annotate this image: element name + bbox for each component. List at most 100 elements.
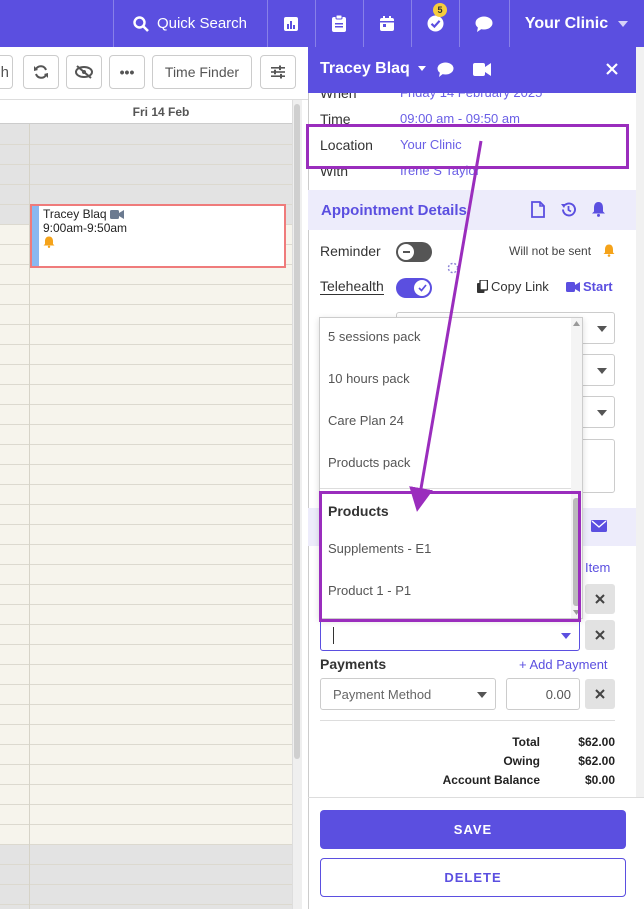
time-slot-line [0,424,292,425]
bell-icon[interactable] [591,201,606,217]
close-icon [595,630,605,640]
time-slot-line [0,364,292,365]
quick-search-label: Quick Search [156,15,248,32]
envelope-icon[interactable] [591,520,607,532]
appointment-title: Tracey Blaq [43,207,124,221]
search-appointments-button[interactable]: h [0,55,13,89]
time-slot-line [0,804,292,805]
reminder-toggle[interactable] [396,242,432,262]
dropdown-option[interactable]: Care Plan 24 [328,413,404,428]
time-finder-button[interactable]: Time Finder [152,55,252,89]
hide-cancelled-button[interactable] [66,55,102,89]
clipboard-icon [332,15,346,32]
quick-search-button[interactable]: Quick Search [113,0,267,47]
calendar-toolbar: h ••• Time Finder [0,47,308,100]
account-balance-label: Account Balance [442,773,540,787]
video-camera-icon [109,209,124,219]
save-button[interactable]: SAVE [320,810,626,849]
remove-item-button[interactable] [585,584,615,614]
toggle-knob [414,280,430,296]
close-icon [595,594,605,604]
dropdown-option[interactable]: Products pack [328,455,410,470]
time-slot-line [0,524,292,525]
time-slot-line [0,324,292,325]
bell-icon [603,244,615,257]
time-slot-line [0,664,292,665]
telehealth-label[interactable]: Telehealth [320,279,384,295]
text-cursor [333,627,334,644]
annotation-highlight-location [306,124,629,169]
add-payment-link[interactable]: + Add Payment [519,657,608,672]
dropdown-option[interactable]: 10 hours pack [328,371,410,386]
time-slot-line [0,404,292,405]
day-header: Fri 14 Feb [0,100,292,124]
start-label: Start [583,279,613,294]
appointment-client-name: Tracey Blaq [43,207,107,221]
owing-label: Owing [503,754,540,768]
reports-button[interactable] [267,0,315,47]
telehealth-toggle[interactable] [396,278,432,298]
time-slot-line [0,164,292,165]
add-item-link[interactable]: Item [585,560,610,575]
item-select[interactable] [320,619,580,651]
time-slot-line [0,284,292,285]
time-slot-line [0,684,292,685]
loading-spinner-icon [447,262,459,274]
day-label: Fri 14 Feb [132,105,190,119]
video-camera-icon [473,63,491,76]
document-icon[interactable] [531,201,545,218]
filter-settings-button[interactable] [260,55,296,89]
appointment-details-title: Appointment Details [321,202,467,219]
time-slot-line [0,764,292,765]
payment-method-select[interactable]: Payment Method [320,678,496,710]
time-slot-line [0,884,292,885]
time-slot-line [0,544,292,545]
copy-link-button[interactable]: Copy Link [477,279,549,294]
video-call-button[interactable] [473,63,491,76]
refresh-button[interactable] [23,55,59,89]
tasks-button[interactable] [315,0,363,47]
time-slot-line [0,304,292,305]
appointment-time: 9:00am-9:50am [43,221,128,235]
copy-icon [477,280,488,293]
delete-button[interactable]: DELETE [320,858,626,897]
panel-scrollbar[interactable] [636,47,644,797]
eye-slash-icon [75,65,93,79]
time-slot-line [0,704,292,705]
calendar-scroll-thumb[interactable] [294,104,300,759]
remove-payment-button[interactable] [585,679,615,709]
history-icon[interactable] [560,201,577,218]
messages-button[interactable] [459,0,509,47]
clinic-name: Your Clinic [524,14,609,32]
calendar-button[interactable] [363,0,411,47]
search-icon [133,15,149,32]
clinic-selector[interactable]: Your Clinic [509,0,644,47]
time-slot-line [0,824,292,825]
payment-method-placeholder: Payment Method [333,687,432,702]
time-slot-line [0,504,292,505]
payment-amount-value: 0.00 [545,687,571,702]
close-panel-button[interactable] [606,63,618,75]
scroll-up-icon[interactable] [573,321,580,326]
top-bar: Quick Search 5 Your Clinic [0,0,644,47]
payment-amount-input[interactable]: 0.00 [506,678,580,710]
start-telehealth-button[interactable]: Start [566,279,613,294]
message-client-button[interactable] [437,62,454,77]
toggle-knob [398,244,414,260]
chevron-down-icon [597,326,607,332]
appointment-status-bar [32,206,39,266]
dropdown-option[interactable]: 5 sessions pack [328,329,421,344]
unavailable-block [0,844,292,909]
time-slot-line [0,904,292,905]
remove-item-button[interactable] [585,620,615,650]
time-slot-line [0,844,292,845]
time-slot-line [0,344,292,345]
caret-down-icon [418,66,427,72]
appointment-card[interactable]: Tracey Blaq 9:00am-9:50am [30,204,286,268]
chevron-down-icon [597,410,607,416]
footer-divider [308,797,644,798]
more-options-button[interactable]: ••• [109,55,145,89]
calendar-icon [379,15,395,32]
time-slot-line [0,644,292,645]
client-name-menu[interactable]: Tracey Blaq [320,60,427,78]
